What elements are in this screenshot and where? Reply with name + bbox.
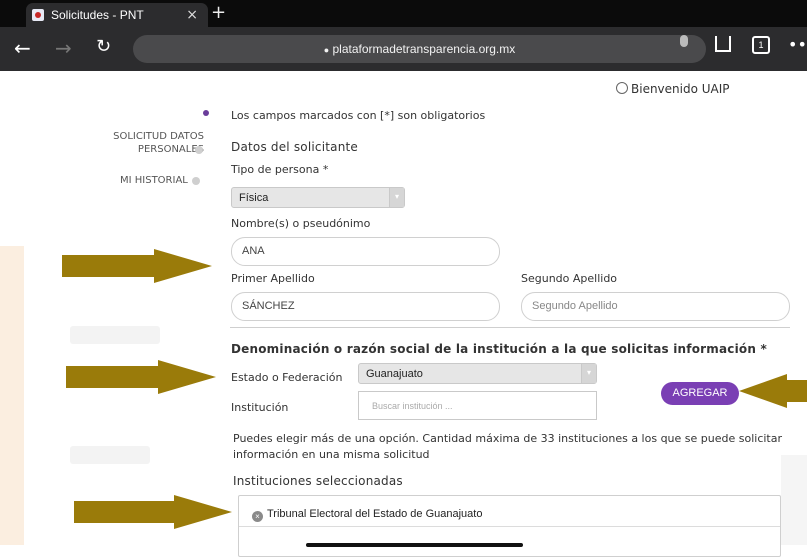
segundo-apellido-input[interactable]: Segundo Apellido [521, 292, 790, 321]
institution-label: Tribunal Electoral del Estado de Guanaju… [267, 508, 483, 520]
forward-arrow-icon[interactable]: → [55, 36, 72, 60]
remove-icon[interactable]: × [252, 511, 263, 522]
user-icon [616, 82, 628, 94]
annotation-arrow-icon [66, 360, 216, 394]
reload-icon[interactable]: ↻ [96, 36, 111, 57]
primer-apellido-input[interactable]: SÁNCHEZ [231, 292, 500, 321]
browser-toolbar: ← → ↻ ● plataformadetransparencia.org.mx [0, 27, 807, 71]
divider [230, 327, 790, 328]
primer-apellido-value: SÁNCHEZ [242, 300, 295, 312]
tab-title: Solicitudes - PNT [51, 8, 144, 22]
agregar-button[interactable]: AGREGAR [661, 382, 739, 405]
sidebar-placeholder [70, 446, 150, 464]
browser-tab[interactable]: Solicitudes - PNT × [26, 3, 208, 27]
home-indicator [306, 543, 523, 547]
nombre-value: ANA [242, 245, 265, 257]
address-bar[interactable]: ● plataformadetransparencia.org.mx [133, 35, 706, 63]
sidebar-placeholder [70, 326, 160, 344]
nombre-label: Nombre(s) o pseudónimo [231, 217, 371, 230]
estado-label: Estado o Federación [231, 371, 343, 384]
url-text: plataformadetransparencia.org.mx [332, 42, 516, 56]
divider [239, 526, 780, 527]
institucion-search-input[interactable]: Buscar institución ... [358, 391, 597, 420]
sidebar-item-solicitud-datos[interactable]: SOLICITUD DATOS PERSONALES [62, 130, 204, 156]
segundo-apellido-placeholder: Segundo Apellido [532, 300, 618, 312]
page-content: Bienvenido UAIP SOLICITUD DATOS PERSONAL… [0, 71, 807, 557]
decorative-band [0, 246, 24, 545]
annotation-arrow-icon [74, 495, 232, 529]
back-arrow-icon[interactable]: ← [14, 36, 31, 60]
section-solicitante: Datos del solicitante [231, 140, 359, 154]
section-institucion: Denominación o razón social de la instit… [231, 342, 767, 356]
more-icon[interactable]: ••• [788, 35, 807, 54]
estado-select[interactable]: Guanajuato ▾ [358, 363, 597, 384]
selected-heading: Instituciones seleccionadas [233, 474, 403, 488]
browser-tabbar: Solicitudes - PNT × + [0, 0, 807, 27]
annotation-arrow-icon [739, 374, 807, 408]
sidebar-item-mi-historial[interactable]: MI HISTORIAL [120, 175, 188, 186]
close-tab-icon[interactable]: × [186, 7, 198, 23]
tipo-persona-label: Tipo de persona * [231, 163, 329, 176]
share-icon[interactable] [715, 36, 731, 52]
sidebar-dot [195, 146, 203, 154]
chevron-down-icon: ▾ [581, 364, 596, 383]
tipo-persona-select[interactable]: Física ▾ [231, 187, 405, 208]
tipo-persona-value: Física [239, 192, 269, 204]
mic-icon[interactable] [680, 35, 688, 47]
sidebar-item-label: MI HISTORIAL [120, 175, 188, 186]
list-item: × Tribunal Electoral del Estado de Guanaj… [252, 508, 482, 522]
institucion-placeholder: Buscar institución ... [372, 401, 453, 411]
required-note: Los campos marcados con [*] son obligato… [231, 109, 486, 122]
primer-apellido-label: Primer Apellido [231, 272, 315, 285]
estado-value: Guanajuato [366, 368, 423, 380]
sidebar-indicator [203, 110, 209, 116]
welcome-label: Bienvenido UAIP [631, 82, 730, 96]
new-tab-icon[interactable]: + [211, 2, 226, 23]
sidebar-item-label: SOLICITUD DATOS PERSONALES [113, 131, 204, 155]
sidebar-dot [192, 177, 200, 185]
favicon-icon [32, 9, 44, 21]
lock-icon: ● [323, 45, 330, 55]
welcome-text[interactable]: Bienvenido UAIP [616, 82, 730, 96]
selected-institutions-list: × Tribunal Electoral del Estado de Guanaj… [238, 495, 781, 557]
annotation-arrow-icon [62, 249, 212, 283]
edge-shade [781, 455, 807, 545]
help-text-line1: Puedes elegir más de una opción. Cantida… [233, 432, 783, 445]
nombre-input[interactable]: ANA [231, 237, 500, 266]
help-text-line2: información en una misma solicitud [233, 448, 430, 461]
segundo-apellido-label: Segundo Apellido [521, 272, 618, 285]
institucion-label: Institución [231, 401, 289, 414]
chevron-down-icon: ▾ [389, 188, 404, 207]
tabs-icon[interactable]: 1 [752, 36, 770, 54]
